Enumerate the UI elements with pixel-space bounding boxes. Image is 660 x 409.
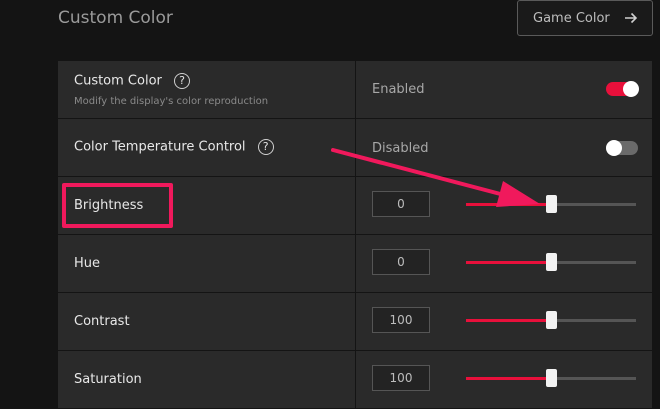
color-temperature-state: Disabled	[372, 141, 429, 156]
saturation-slider[interactable]	[466, 369, 636, 387]
saturation-value-input[interactable]: 100	[372, 365, 430, 391]
brightness-highlight-box	[62, 183, 173, 228]
hue-row: Hue 0	[58, 235, 652, 292]
hue-slider[interactable]	[466, 253, 636, 271]
contrast-slider[interactable]	[466, 311, 636, 329]
contrast-row: Contrast 100	[58, 293, 652, 350]
arrow-right-icon	[625, 12, 638, 24]
brightness-slider-thumb[interactable]	[546, 195, 557, 213]
hue-value-input[interactable]: 0	[372, 249, 430, 275]
custom-color-toggle[interactable]	[606, 81, 639, 97]
brightness-slider[interactable]	[466, 195, 636, 213]
custom-color-label: Custom Color	[74, 73, 162, 89]
saturation-slider-thumb[interactable]	[546, 369, 557, 387]
game-color-button[interactable]: Game Color	[517, 0, 653, 36]
color-temperature-toggle[interactable]	[606, 140, 638, 156]
contrast-slider-thumb[interactable]	[546, 311, 557, 329]
custom-color-row: Custom Color ? Modify the display's colo…	[58, 61, 652, 118]
settings-panel: Custom Color ? Modify the display's colo…	[58, 61, 652, 409]
color-temperature-label: Color Temperature Control	[74, 139, 246, 155]
brightness-value-input[interactable]: 0	[372, 191, 430, 217]
saturation-row: Saturation 100	[58, 351, 652, 408]
help-icon[interactable]: ?	[174, 73, 191, 89]
hue-label: Hue	[74, 256, 101, 271]
contrast-label: Contrast	[74, 314, 130, 329]
page-title: Custom Color	[58, 8, 173, 28]
help-icon[interactable]: ?	[257, 139, 274, 155]
saturation-label: Saturation	[74, 372, 142, 387]
hue-slider-thumb[interactable]	[546, 253, 557, 271]
color-temperature-row: Color Temperature Control ? Disabled	[58, 119, 652, 176]
game-color-label: Game Color	[533, 10, 610, 26]
contrast-value-input[interactable]: 100	[372, 307, 430, 333]
custom-color-state: Enabled	[372, 82, 425, 97]
custom-color-subtitle: Modify the display's color reproduction	[74, 96, 269, 107]
